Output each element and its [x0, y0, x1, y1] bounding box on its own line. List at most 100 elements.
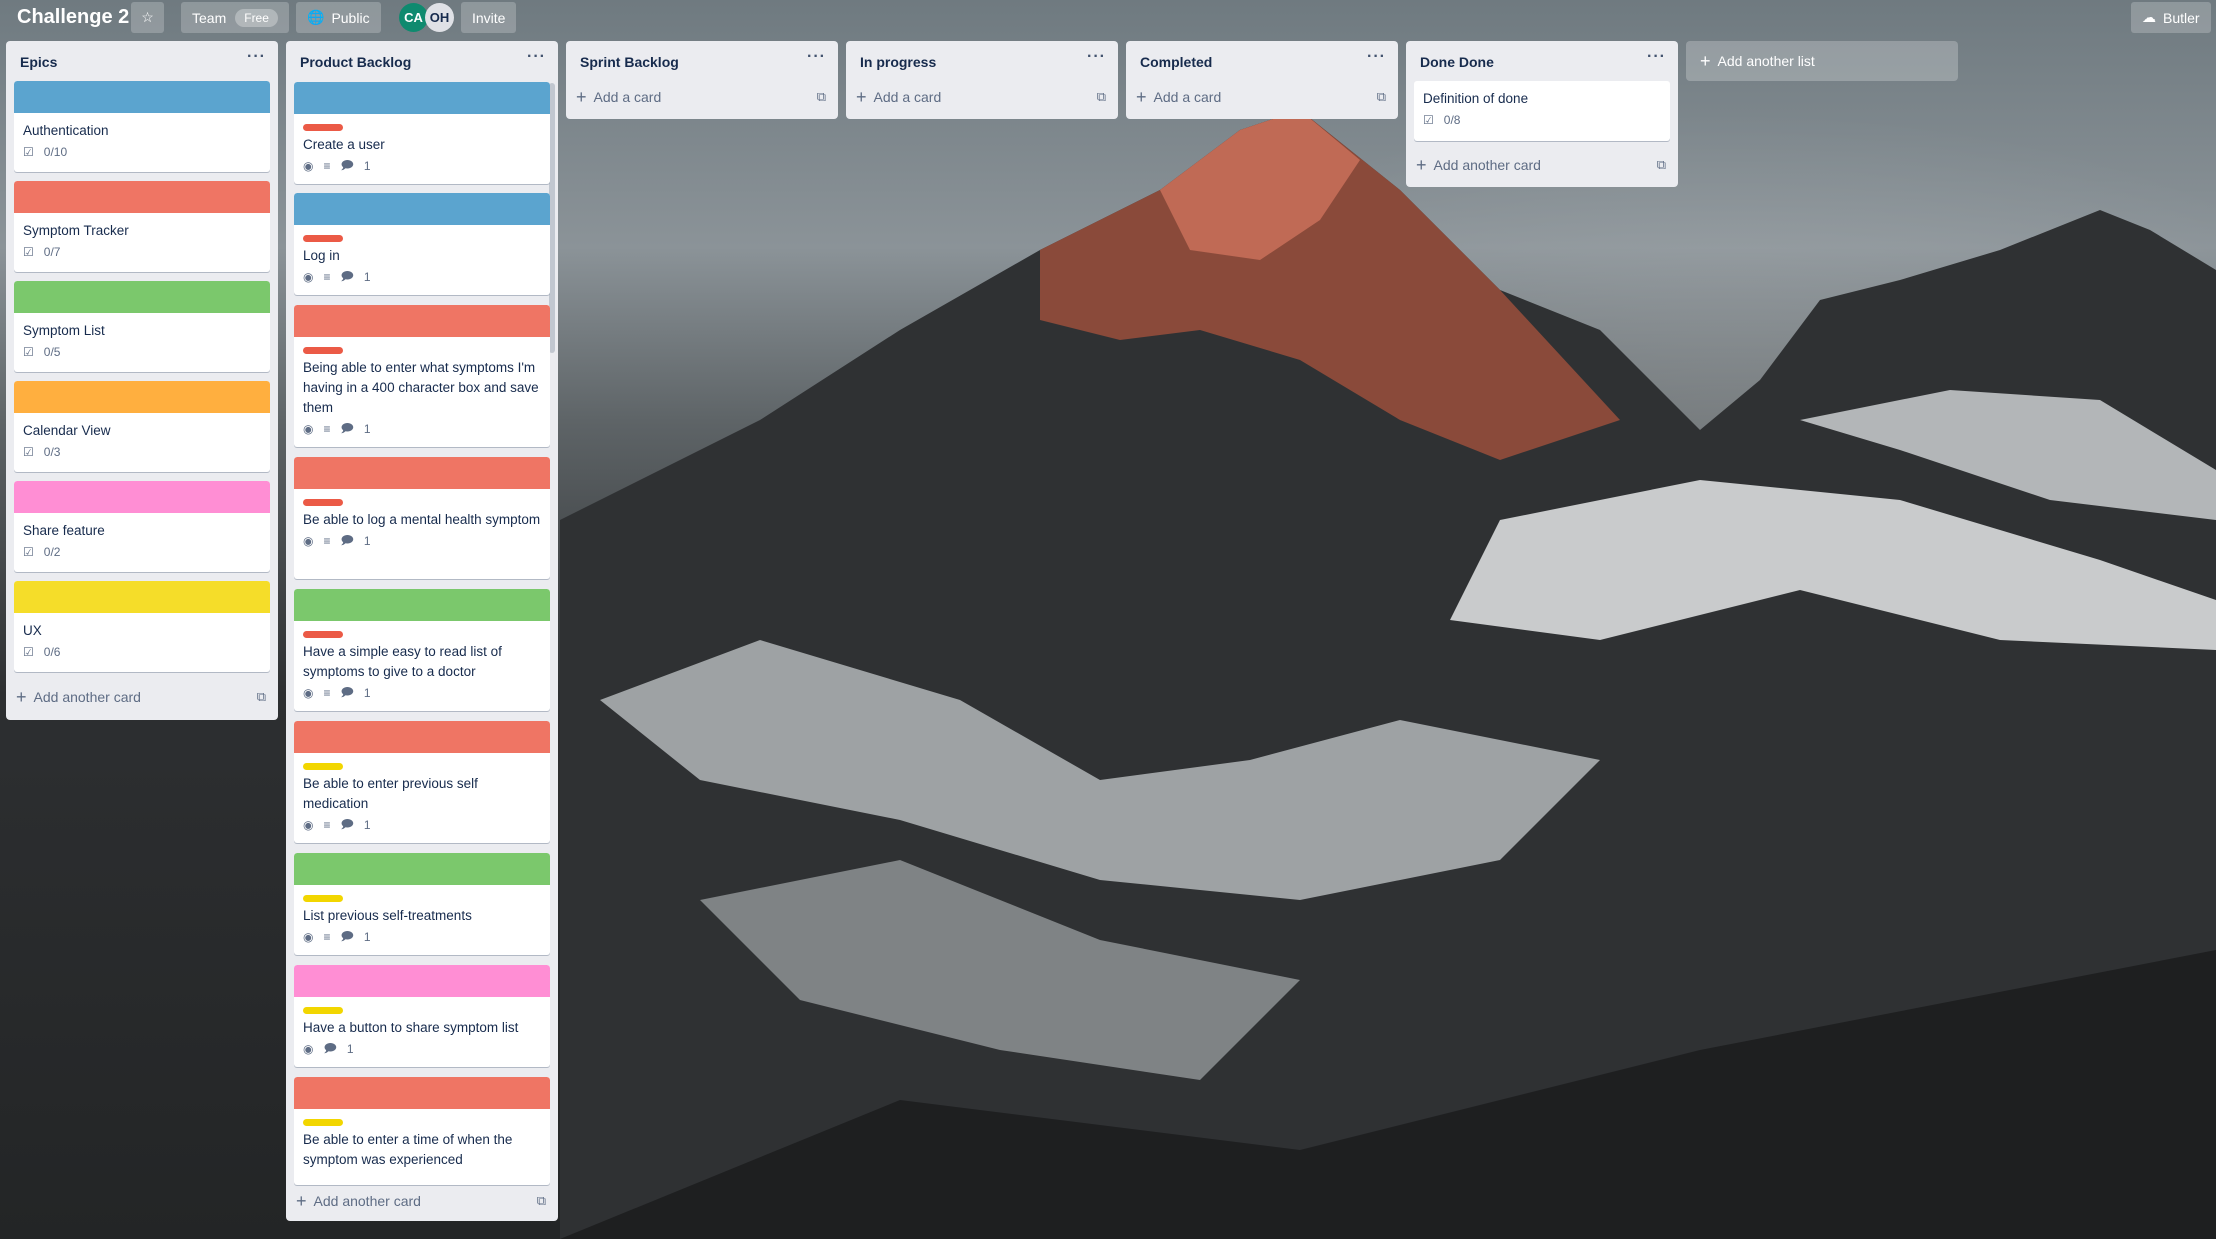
add-card-button[interactable]: + Add another card ⧉	[16, 681, 268, 713]
list-title[interactable]: Sprint Backlog	[580, 54, 679, 70]
card-cover	[14, 181, 270, 213]
card-story[interactable]: Create a user ◉ ≡ 🗩 1	[294, 82, 550, 184]
eye-icon: ◉	[303, 270, 314, 284]
plus-icon: +	[576, 86, 587, 107]
list-completed: Completed ··· + Add a card ⧉	[1126, 41, 1398, 119]
member-avatar-ca[interactable]: CA	[399, 3, 428, 32]
card-badges: ◉ ≡ 🗩 1	[294, 266, 550, 288]
ellipsis-icon[interactable]: ···	[247, 48, 266, 66]
card-badges: ◉ ≡ 🗩 1	[294, 155, 550, 177]
team-badge: Free	[235, 8, 278, 27]
add-card-label: Add a card	[593, 89, 662, 105]
add-card-button[interactable]: + Add a card ⧉	[576, 81, 828, 113]
comment-count: 1	[363, 686, 371, 700]
card-story[interactable]: Log in ◉ ≡ 🗩 1	[294, 193, 550, 295]
list-title[interactable]: In progress	[860, 54, 936, 70]
team-button[interactable]: Team Free	[181, 2, 289, 33]
card-title: List previous self-treatments	[303, 908, 472, 923]
card-cover	[294, 193, 550, 225]
card-template-icon[interactable]: ⧉	[1657, 157, 1666, 173]
card-badges: ☑ 0/3	[14, 441, 270, 463]
comment-count: 1	[363, 422, 371, 436]
description-icon: ≡	[323, 534, 331, 548]
card-story[interactable]: Being able to enter what symptoms I'm ha…	[294, 305, 550, 447]
add-card-label: Add another card	[313, 1193, 421, 1209]
card-template-icon[interactable]: ⧉	[537, 1193, 546, 1209]
add-list-button[interactable]: + Add another list	[1686, 41, 1958, 81]
card-cover	[14, 581, 270, 613]
eye-icon: ◉	[303, 686, 314, 700]
checklist-icon: ☑	[23, 245, 34, 259]
card-story[interactable]: Be able to log a mental health symptom ◉…	[294, 457, 550, 579]
card-cover	[14, 281, 270, 313]
list-title[interactable]: Done Done	[1420, 54, 1494, 70]
board-header: Challenge 2 ☆ Team Free 🌐 Public CA OH I…	[0, 0, 2216, 38]
list-title[interactable]: Product Backlog	[300, 54, 411, 70]
card-cover	[294, 1077, 550, 1109]
card-epic[interactable]: Authentication ☑ 0/10	[14, 81, 270, 172]
card-story[interactable]: Be able to enter a time of when the symp…	[294, 1077, 550, 1185]
card-title: Log in	[303, 248, 340, 263]
card-title: Authentication	[23, 123, 109, 138]
ellipsis-icon[interactable]: ···	[1647, 48, 1666, 66]
description-icon: ≡	[323, 818, 331, 832]
card-template-icon[interactable]: ⧉	[1097, 89, 1106, 105]
add-card-button[interactable]: + Add a card ⧉	[856, 81, 1108, 113]
card-template-icon[interactable]: ⧉	[1377, 89, 1386, 105]
card-label	[303, 1007, 343, 1014]
comment-icon: 🗩	[340, 928, 354, 943]
card-cover	[14, 381, 270, 413]
comment-icon: 🗩	[340, 684, 354, 699]
card-title: Have a button to share symptom list	[303, 1020, 519, 1035]
comment-icon: 🗩	[340, 816, 354, 831]
card-title: Be able to enter a time of when the symp…	[303, 1132, 513, 1167]
list-title[interactable]: Completed	[1140, 54, 1212, 70]
ellipsis-icon[interactable]: ···	[807, 48, 826, 66]
card-epic[interactable]: Symptom List ☑ 0/5	[14, 281, 270, 372]
ellipsis-icon[interactable]: ···	[1087, 48, 1106, 66]
checklist-icon: ☑	[23, 445, 34, 459]
card-label	[303, 499, 343, 506]
globe-icon: 🌐	[307, 9, 325, 25]
visibility-label: Public	[331, 9, 370, 26]
member-avatar-oh[interactable]: OH	[425, 3, 454, 32]
card-story[interactable]: Have a button to share symptom list ◉ 🗩 1	[294, 965, 550, 1067]
ellipsis-icon[interactable]: ···	[527, 48, 546, 66]
description-icon: ≡	[323, 686, 331, 700]
card-definition-of-done[interactable]: Definition of done ☑ 0/8	[1414, 81, 1670, 141]
card-epic[interactable]: Share feature ☑ 0/2	[14, 481, 270, 572]
plus-icon: +	[856, 86, 867, 107]
description-icon: ≡	[323, 930, 331, 944]
card-title: Symptom Tracker	[23, 223, 129, 238]
ellipsis-icon[interactable]: ···	[1367, 48, 1386, 66]
comment-icon: 🗩	[340, 157, 354, 172]
invite-button[interactable]: Invite	[461, 2, 517, 33]
add-card-button[interactable]: + Add another card ⧉	[296, 1185, 548, 1217]
list-title[interactable]: Epics	[20, 54, 57, 70]
card-title: Share feature	[23, 523, 105, 538]
card-title: Definition of done	[1423, 91, 1529, 106]
visibility-button[interactable]: 🌐 Public	[296, 2, 381, 33]
checklist-icon: ☑	[23, 145, 34, 159]
checklist-count: 0/8	[1443, 113, 1461, 127]
card-story[interactable]: List previous self-treatments ◉ ≡ 🗩 1	[294, 853, 550, 955]
card-epic[interactable]: UX ☑ 0/6	[14, 581, 270, 672]
card-title: Be able to log a mental health symptom	[303, 512, 541, 527]
card-template-icon[interactable]: ⧉	[817, 89, 826, 105]
card-label	[303, 235, 343, 242]
butler-button[interactable]: ☁ Butler	[2131, 2, 2211, 33]
card-story[interactable]: Be able to enter previous self medicatio…	[294, 721, 550, 843]
checklist-count: 0/7	[43, 245, 61, 259]
card-template-icon[interactable]: ⧉	[257, 689, 266, 705]
card-epic[interactable]: Calendar View ☑ 0/3	[14, 381, 270, 472]
add-card-button[interactable]: + Add a card ⧉	[1136, 81, 1388, 113]
card-epic[interactable]: Symptom Tracker ☑ 0/7	[14, 181, 270, 272]
star-button[interactable]: ☆	[131, 2, 164, 33]
card-title: UX	[23, 623, 42, 638]
list-header: Completed ···	[1126, 41, 1398, 81]
card-cover	[14, 81, 270, 113]
plus-icon: +	[1416, 154, 1427, 175]
add-card-button[interactable]: + Add another card ⧉	[1416, 149, 1668, 181]
board-title[interactable]: Challenge 2	[17, 6, 129, 29]
card-story[interactable]: Have a simple easy to read list of sympt…	[294, 589, 550, 711]
